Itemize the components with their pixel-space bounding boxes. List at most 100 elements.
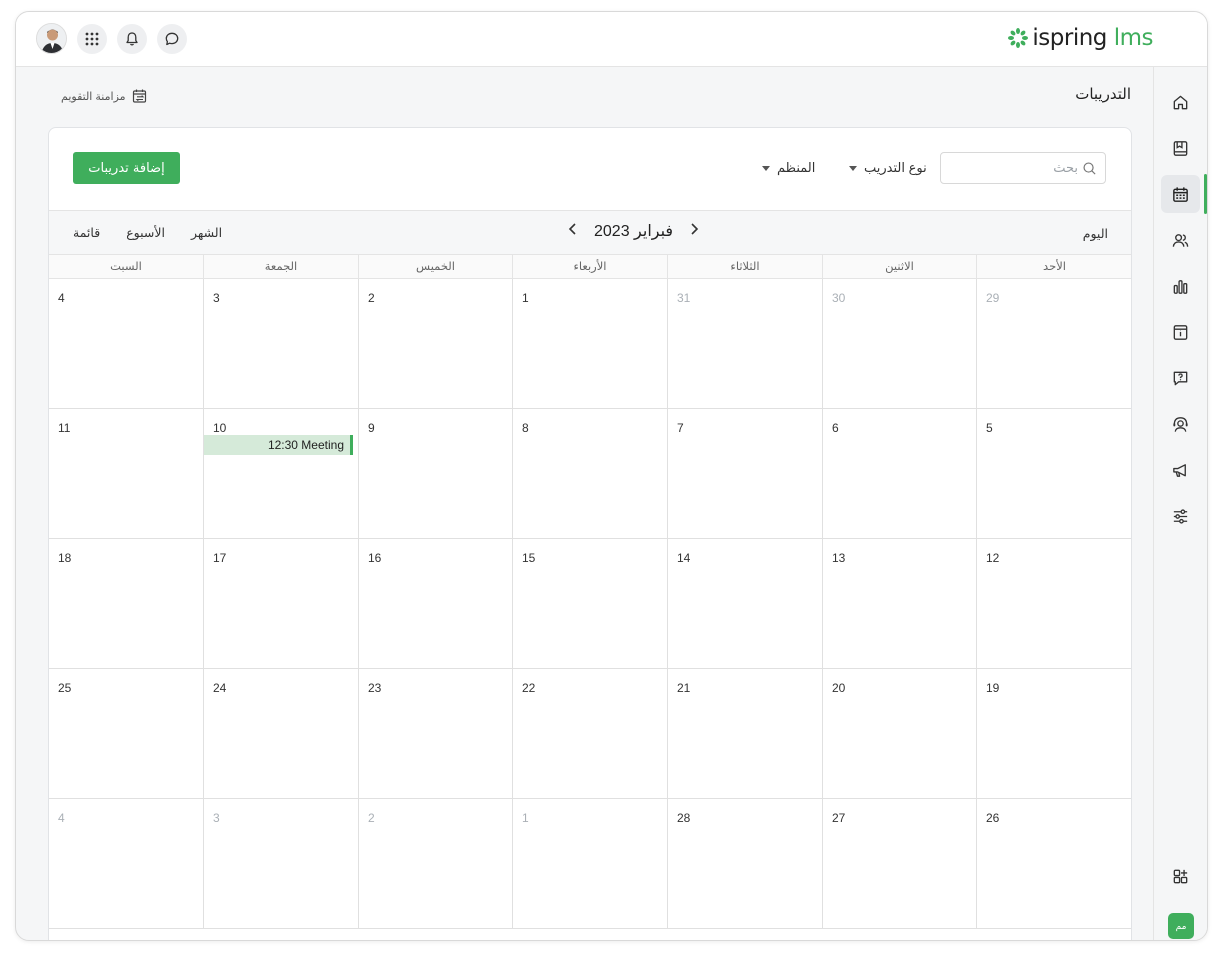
sidebar-item-settings[interactable] — [1161, 497, 1200, 535]
search-input[interactable] — [950, 160, 1078, 176]
app-window: ispring lms مم التدريبات مزامنة التقويم … — [15, 11, 1208, 941]
view-month[interactable]: الشهر — [191, 225, 222, 240]
day-cell[interactable]: 11 — [49, 409, 204, 538]
search-box[interactable] — [940, 152, 1106, 184]
day-cell[interactable]: 31 — [668, 279, 823, 408]
today-button[interactable]: اليوم — [1083, 226, 1108, 241]
training-type-filter-label: نوع التدريب — [864, 160, 927, 175]
sidebar-item-home[interactable] — [1161, 83, 1200, 121]
day-number: 10 — [213, 421, 227, 435]
day-cell[interactable]: 12 — [977, 539, 1131, 668]
sidebar-item-support[interactable] — [1161, 405, 1200, 443]
weekday-label: الجمعة — [204, 255, 359, 278]
add-training-button[interactable]: إضافة تدريبات — [73, 152, 180, 184]
day-cell[interactable]: 13 — [823, 539, 977, 668]
user-initials-badge[interactable]: مم — [1168, 913, 1194, 939]
day-cell[interactable]: 29 — [977, 279, 1131, 408]
day-cell[interactable]: 25 — [49, 669, 204, 798]
day-cell[interactable]: 28 — [668, 799, 823, 928]
day-cell[interactable]: 3 — [204, 799, 359, 928]
day-cell[interactable]: 4 — [49, 799, 204, 928]
day-cell[interactable]: 15 — [513, 539, 668, 668]
weekday-label: الخميس — [359, 255, 513, 278]
sync-calendar-link[interactable]: مزامنة التقويم — [61, 88, 148, 104]
day-cell[interactable]: 19 — [977, 669, 1131, 798]
view-week[interactable]: الأسبوع — [126, 225, 165, 240]
day-number: 5 — [986, 421, 993, 435]
day-cell[interactable]: 21 — [668, 669, 823, 798]
day-cell[interactable]: 2 — [359, 279, 513, 408]
sidebar-item-announcements[interactable] — [1161, 451, 1200, 489]
sidebar-item-library[interactable] — [1161, 129, 1200, 167]
day-number: 13 — [832, 551, 846, 565]
sidebar-item-calendar[interactable] — [1161, 175, 1200, 213]
next-month-button[interactable] — [687, 222, 701, 241]
day-cell[interactable]: 1 — [513, 799, 668, 928]
day-cell[interactable]: 10 12:30 Meeting — [204, 409, 359, 538]
weekday-label: السبت — [49, 255, 204, 278]
apps-grid-button[interactable] — [77, 23, 107, 54]
day-cell[interactable]: 17 — [204, 539, 359, 668]
sidebar-item-questions[interactable] — [1161, 359, 1200, 397]
chat-button[interactable] — [157, 23, 187, 54]
day-number: 27 — [832, 811, 846, 825]
day-cell[interactable]: 9 — [359, 409, 513, 538]
chat-icon — [165, 32, 179, 45]
prev-month-button[interactable] — [566, 222, 580, 241]
chevron-down-icon — [849, 165, 857, 171]
day-cell[interactable]: 23 — [359, 669, 513, 798]
top-actions — [36, 23, 197, 54]
day-cell[interactable]: 14 — [668, 539, 823, 668]
apps-grid-icon — [85, 32, 99, 45]
day-cell[interactable]: 24 — [204, 669, 359, 798]
day-cell[interactable]: 22 — [513, 669, 668, 798]
day-cell[interactable]: 20 — [823, 669, 977, 798]
day-cell[interactable]: 27 — [823, 799, 977, 928]
view-switcher: قائمة الأسبوع الشهر — [73, 225, 248, 240]
calendar-card: إضافة تدريبات المنظم نوع التدريب قائمة ا… — [48, 127, 1132, 940]
training-type-filter[interactable]: نوع التدريب — [849, 160, 927, 176]
search-icon — [1083, 161, 1096, 175]
calendar-sync-icon — [132, 89, 146, 103]
sidebar-item-users[interactable] — [1161, 221, 1200, 259]
day-cell[interactable]: 26 — [977, 799, 1131, 928]
day-cell[interactable]: 7 — [668, 409, 823, 538]
day-cell[interactable]: 4 — [49, 279, 204, 408]
day-cell[interactable]: 30 — [823, 279, 977, 408]
day-number: 3 — [213, 291, 220, 305]
support-agent-icon — [1173, 416, 1188, 432]
day-cell[interactable]: 3 — [204, 279, 359, 408]
week-row: 11 10 12:30 Meeting 9 8 7 6 5 — [49, 409, 1131, 539]
sidebar-item-add-widget[interactable] — [1161, 857, 1200, 895]
day-cell[interactable]: 2 — [359, 799, 513, 928]
sidebar-item-info[interactable] — [1161, 313, 1200, 351]
weekday-label: الأحد — [977, 255, 1131, 278]
day-number: 1 — [522, 811, 529, 825]
avatar[interactable] — [36, 23, 67, 54]
right-sidebar: مم — [1153, 67, 1207, 940]
day-number: 31 — [677, 291, 691, 305]
weekday-header: السبت الجمعة الخميس الأربعاء الثلاثاء الاثنين… — [49, 255, 1131, 279]
chevron-right-icon — [691, 222, 699, 235]
organizer-filter[interactable]: المنظم — [762, 160, 815, 176]
day-number: 14 — [677, 551, 691, 565]
calendar-event[interactable]: 12:30 Meeting — [204, 435, 353, 455]
day-number: 24 — [213, 681, 227, 695]
day-cell[interactable]: 16 — [359, 539, 513, 668]
day-number: 19 — [986, 681, 1000, 695]
sidebar-item-reports[interactable] — [1161, 267, 1200, 305]
view-list[interactable]: قائمة — [73, 225, 100, 240]
day-number: 4 — [58, 811, 65, 825]
day-cell[interactable]: 18 — [49, 539, 204, 668]
weekday-label: الاثنين — [823, 255, 977, 278]
day-cell[interactable]: 5 — [977, 409, 1131, 538]
day-number: 6 — [832, 421, 839, 435]
weekday-label: الثلاثاء — [668, 255, 823, 278]
logo-text-main: ispring — [1032, 25, 1107, 51]
day-number: 7 — [677, 421, 684, 435]
day-cell[interactable]: 8 — [513, 409, 668, 538]
day-number: 12 — [986, 551, 1000, 565]
notifications-button[interactable] — [117, 23, 147, 54]
day-cell[interactable]: 1 — [513, 279, 668, 408]
day-cell[interactable]: 6 — [823, 409, 977, 538]
